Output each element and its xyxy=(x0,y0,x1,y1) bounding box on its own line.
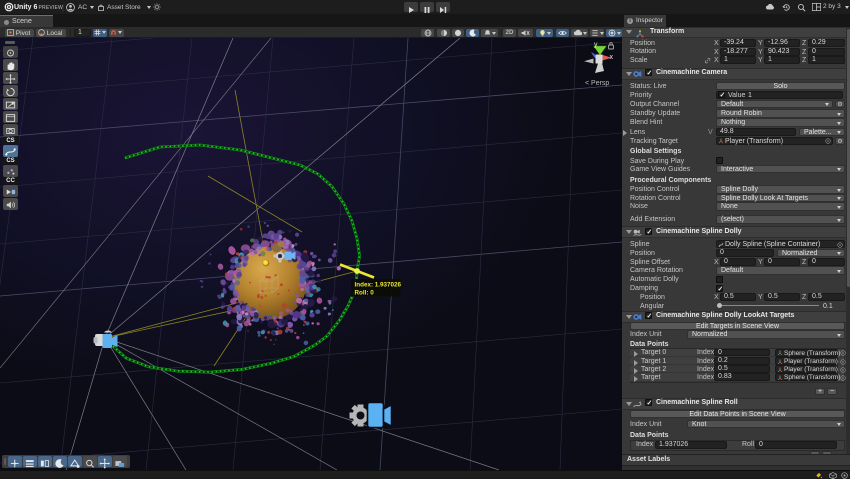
svg-text:Index: 1.937026: Index: 1.937026 xyxy=(355,282,402,289)
svg-text:x: x xyxy=(610,54,614,61)
svg-text:y: y xyxy=(594,42,598,49)
svg-text:< Persp: < Persp xyxy=(585,80,609,87)
svg-text:Roll: 0: Roll: 0 xyxy=(355,290,375,297)
